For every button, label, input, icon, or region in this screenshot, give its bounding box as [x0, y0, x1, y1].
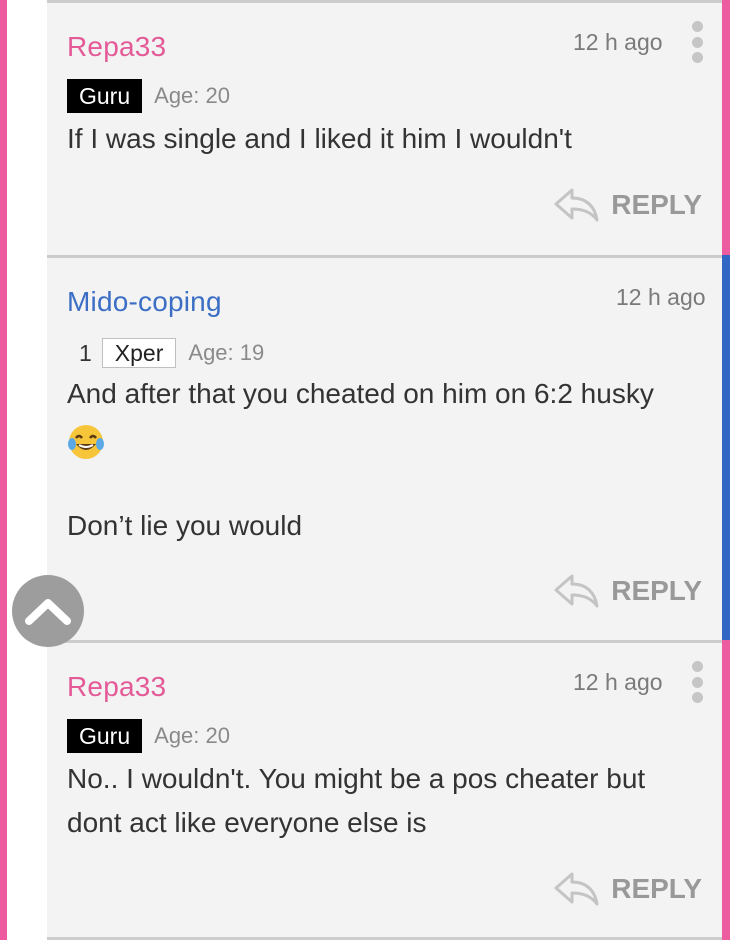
comment-timestamp: 12 h ago	[573, 669, 663, 695]
emoji-line	[67, 418, 105, 462]
comment-text-line: If I was single and I liked it him I wou…	[67, 123, 572, 154]
reply-arrow-icon	[554, 872, 599, 906]
comment-accent-bar	[722, 0, 730, 255]
reply-button[interactable]: REPLY	[553, 187, 702, 223]
face-with-tears-of-joy-emoji	[68, 424, 104, 459]
reply-button[interactable]: REPLY	[553, 573, 702, 609]
comment-accent-bar	[722, 255, 730, 641]
comment-card: Repa33 12 h ago Guru Age: 20 If I was si…	[47, 0, 730, 255]
kebab-menu-icon[interactable]	[690, 21, 704, 63]
user-meta: 1 Xper Age: 19	[67, 338, 264, 368]
comment-card: Mido-coping 12 h ago 1 Xper Age: 19 And …	[47, 255, 730, 641]
comment-timestamp: 12 h ago	[616, 284, 706, 310]
comment-card: Repa33 12 h ago Guru Age: 20 No.. I woul…	[47, 640, 730, 940]
user-meta: Guru Age: 20	[67, 79, 230, 113]
reply-arrow-icon	[554, 574, 599, 608]
user-meta: Guru Age: 20	[67, 719, 230, 753]
user-age: Age: 20	[154, 83, 230, 108]
reply-arrow-icon	[554, 188, 599, 222]
comment-text-line: Don’t lie you would	[67, 510, 303, 541]
user-age: Age: 19	[188, 340, 265, 365]
comment-text-line: No.. I wouldn't. You might be a pos chea…	[67, 763, 646, 794]
rank-badge: Xper	[101, 338, 177, 368]
rank-badge: Guru	[67, 79, 143, 113]
rank-badge: Guru	[67, 719, 143, 753]
comment-text-line: And after that you cheated on him on 6:2…	[67, 378, 654, 409]
rank-number: 1	[79, 339, 92, 366]
chevron-up-icon	[25, 599, 71, 625]
comment-text-line: dont act like everyone else is	[67, 807, 427, 838]
reply-label: REPLY	[611, 575, 702, 606]
user-age: Age: 20	[154, 723, 230, 748]
comment-accent-bar	[722, 640, 730, 940]
comment-username[interactable]: Mido-coping	[67, 286, 222, 318]
reply-button[interactable]: REPLY	[553, 871, 702, 907]
left-accent-bar	[0, 0, 7, 940]
comment-timestamp: 12 h ago	[573, 29, 663, 55]
reply-label: REPLY	[611, 189, 702, 220]
kebab-menu-icon[interactable]	[690, 661, 704, 703]
scroll-to-top-button[interactable]	[12, 575, 84, 647]
reply-label: REPLY	[611, 873, 702, 904]
comment-username[interactable]: Repa33	[67, 31, 166, 63]
comment-username[interactable]: Repa33	[67, 671, 166, 703]
